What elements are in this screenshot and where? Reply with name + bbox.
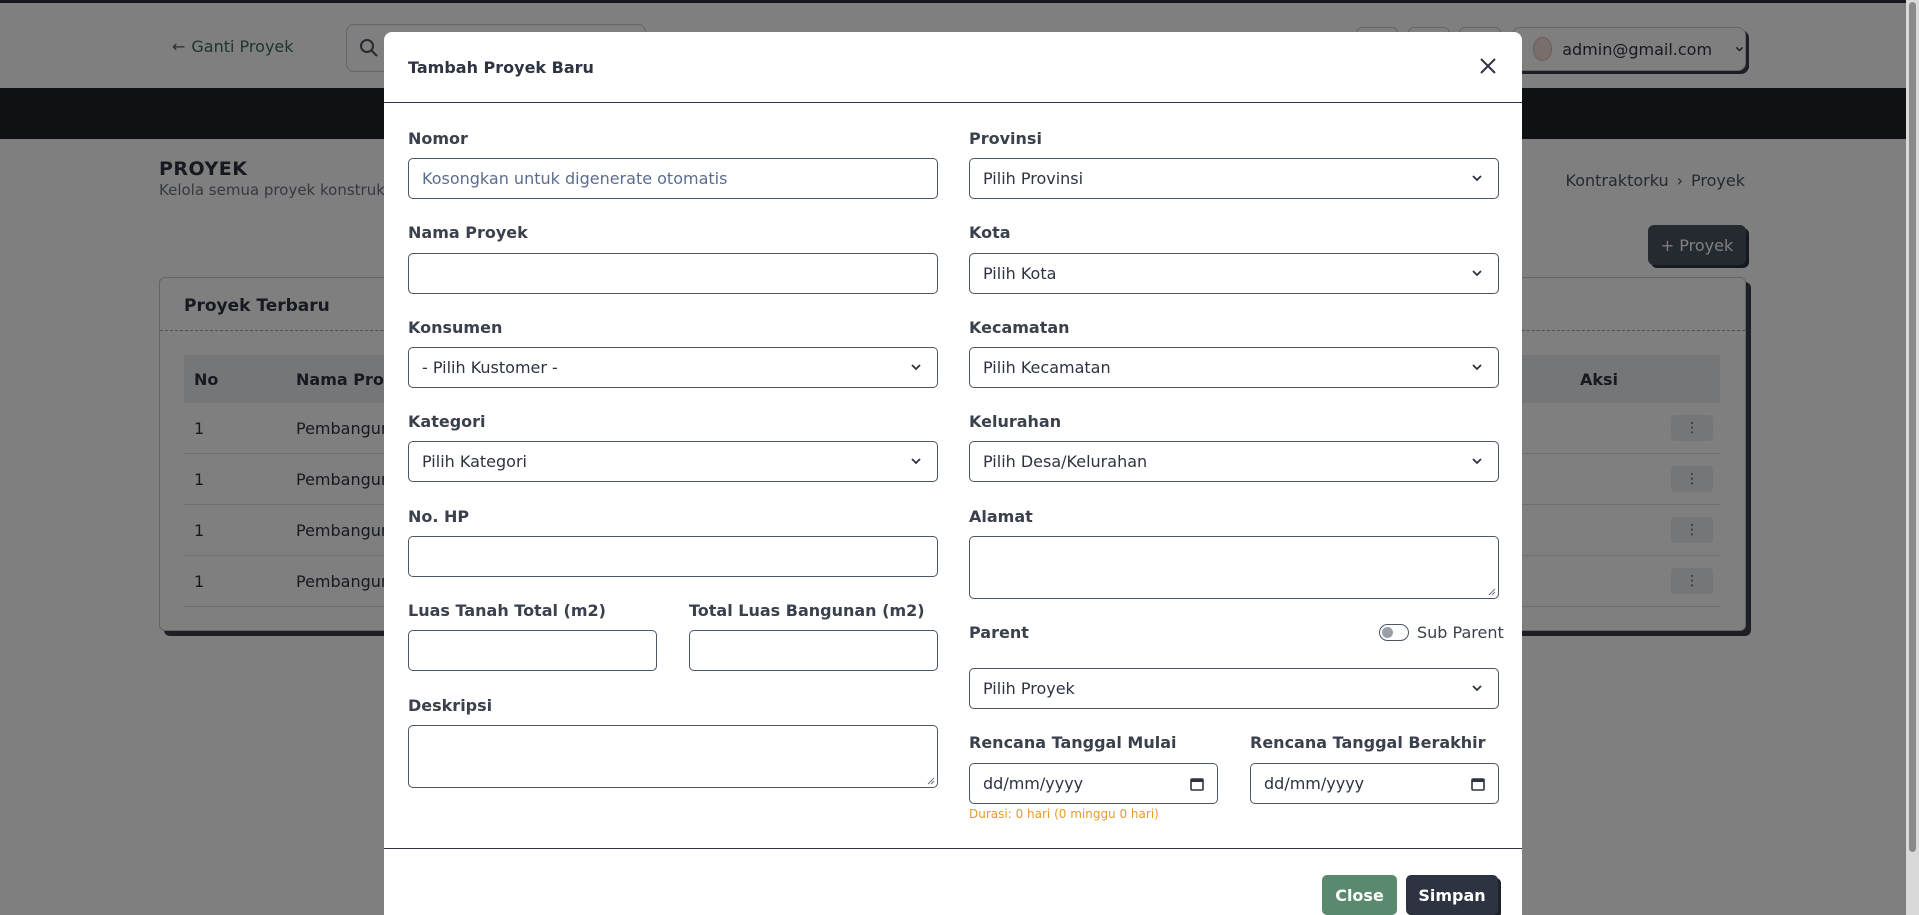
konsumen-select[interactable]: - Pilih Kustomer - [408, 347, 938, 388]
kelurahan-label: Kelurahan [969, 412, 1062, 431]
luas-bangunan-input[interactable] [689, 630, 938, 671]
kategori-select[interactable]: Pilih Kategori [408, 441, 938, 482]
konsumen-label: Konsumen [408, 318, 503, 337]
kelurahan-select[interactable]: Pilih Desa/Kelurahan [969, 441, 1499, 482]
modal-title: Tambah Proyek Baru [408, 58, 594, 77]
kategori-value: Pilih Kategori [422, 452, 527, 471]
kecamatan-label: Kecamatan [969, 318, 1070, 337]
modal-footer-divider [384, 848, 1522, 849]
resize-grip-icon[interactable] [1487, 587, 1496, 596]
tanggal-mulai-value: dd/mm/yyyy [983, 774, 1084, 793]
deskripsi-textarea[interactable] [408, 725, 938, 788]
chevron-down-icon [1472, 364, 1482, 371]
tanggal-berakhir-value: dd/mm/yyyy [1264, 774, 1365, 793]
page-scrollbar[interactable] [1906, 0, 1919, 915]
deskripsi-label: Deskripsi [408, 696, 493, 715]
parent-select[interactable]: Pilih Proyek [969, 668, 1499, 709]
alamat-label: Alamat [969, 507, 1033, 526]
scrollbar-thumb[interactable] [1909, 2, 1916, 852]
no-hp-label: No. HP [408, 507, 470, 526]
tanggal-berakhir-label: Rencana Tanggal Berakhir [1250, 733, 1486, 752]
calendar-icon[interactable] [1470, 776, 1486, 792]
kelurahan-value: Pilih Desa/Kelurahan [983, 452, 1148, 471]
chevron-down-icon [911, 364, 921, 371]
tanggal-mulai-label: Rencana Tanggal Mulai [969, 733, 1177, 752]
chevron-down-icon [1472, 175, 1482, 182]
resize-grip-icon[interactable] [926, 776, 935, 785]
chevron-down-icon [1472, 270, 1482, 277]
provinsi-select[interactable]: Pilih Provinsi [969, 158, 1499, 199]
luas-bangunan-label: Total Luas Bangunan (m2) [689, 601, 925, 620]
calendar-icon[interactable] [1189, 776, 1205, 792]
chevron-down-icon [1472, 458, 1482, 465]
kecamatan-select[interactable]: Pilih Kecamatan [969, 347, 1499, 388]
nama-proyek-label: Nama Proyek [408, 223, 528, 242]
tanggal-berakhir-input[interactable]: dd/mm/yyyy [1250, 763, 1499, 804]
parent-value: Pilih Proyek [983, 679, 1075, 698]
alamat-textarea[interactable] [969, 536, 1499, 599]
kota-label: Kota [969, 223, 1011, 242]
kota-select[interactable]: Pilih Kota [969, 253, 1499, 294]
close-icon[interactable] [1476, 54, 1500, 78]
close-button[interactable]: Close [1322, 875, 1397, 915]
modal-header: Tambah Proyek Baru [384, 32, 1522, 103]
nomor-label: Nomor [408, 129, 468, 148]
kategori-label: Kategori [408, 412, 486, 431]
sub-parent-label: Sub Parent [1417, 623, 1504, 642]
kecamatan-value: Pilih Kecamatan [983, 358, 1111, 377]
toggle-knob [1382, 627, 1393, 638]
save-button[interactable]: Simpan [1406, 875, 1498, 915]
no-hp-input[interactable] [408, 536, 938, 577]
parent-label: Parent [969, 623, 1029, 642]
nama-proyek-input[interactable] [408, 253, 938, 294]
kota-value: Pilih Kota [983, 264, 1057, 283]
durasi-note: Durasi: 0 hari (0 minggu 0 hari) [969, 807, 1159, 821]
konsumen-value: - Pilih Kustomer - [422, 358, 558, 377]
add-project-modal: Tambah Proyek Baru Nomor Kosongkan untuk… [384, 32, 1522, 915]
sub-parent-toggle[interactable] [1379, 624, 1409, 641]
chevron-down-icon [911, 458, 921, 465]
luas-tanah-label: Luas Tanah Total (m2) [408, 601, 606, 620]
provinsi-value: Pilih Provinsi [983, 169, 1084, 188]
luas-tanah-input[interactable] [408, 630, 657, 671]
provinsi-label: Provinsi [969, 129, 1042, 148]
nomor-input[interactable]: Kosongkan untuk digenerate otomatis [408, 158, 938, 199]
chevron-down-icon [1472, 685, 1482, 692]
tanggal-mulai-input[interactable]: dd/mm/yyyy [969, 763, 1218, 804]
